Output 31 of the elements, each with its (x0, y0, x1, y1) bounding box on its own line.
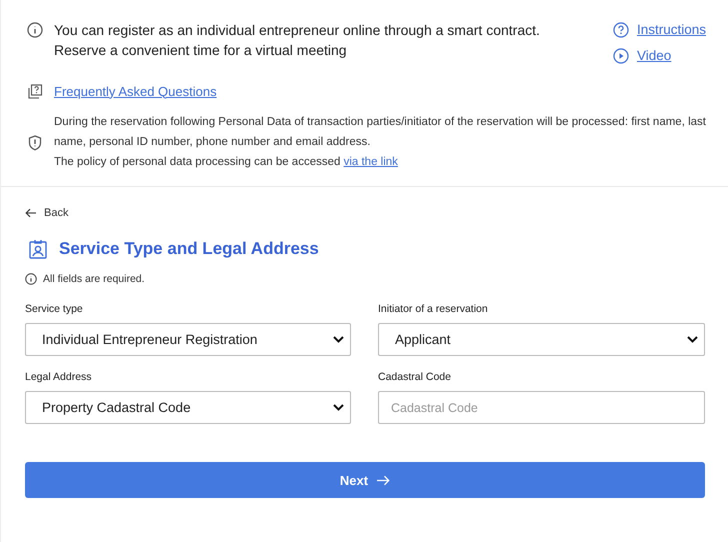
faq-link[interactable]: Frequently Asked Questions (54, 84, 217, 98)
help-link[interactable]: Instructions (612, 20, 706, 40)
field-label: Cadastral Code (378, 371, 452, 383)
next-button[interactable]: Next (25, 462, 705, 498)
back-link[interactable]: Back (25, 207, 68, 219)
info-text: You can register as an individual entrepreneur online through a smart contract. Reserve a convenient time for a virtual meeting (54, 21, 541, 60)
field-label: Legal Address (25, 371, 93, 383)
field-label: Initiator of a reservation (378, 303, 489, 315)
info-icon (27, 22, 43, 38)
chevron-down-icon (333, 404, 344, 411)
help-icon (612, 22, 629, 38)
dropdown-field[interactable]: Individual Entrepreneur Registration (25, 323, 351, 356)
chevron-down-icon (687, 336, 698, 343)
arrow-left-icon (25, 208, 37, 218)
help-link[interactable]: Video (612, 46, 706, 66)
field-label: Service type (25, 303, 84, 315)
policy-link[interactable]: via the link (344, 156, 398, 168)
privacy-notice: During the reservation following Personal Data of transaction parties/initiator of the reservation will be processed: first name, last name, personal ID number, phone number and email address. (54, 115, 706, 150)
dropdown-field[interactable]: Property Cadastral Code (25, 391, 351, 424)
chevron-down-icon (333, 336, 344, 343)
input-field[interactable]: Cadastral Code (378, 391, 705, 424)
arrow-right-icon (376, 474, 390, 486)
play-icon (612, 48, 629, 64)
info-icon (25, 273, 37, 285)
policy-text: The policy of personal data processing can be accessed via the link (54, 155, 399, 170)
id-badge-icon (29, 239, 47, 259)
section-heading: Service Type and Legal Address (59, 239, 319, 259)
dropdown-field[interactable]: Applicant (378, 323, 705, 356)
faq-icon (27, 84, 43, 100)
required-note: All fields are required. (43, 273, 145, 285)
shield-icon (28, 135, 42, 151)
